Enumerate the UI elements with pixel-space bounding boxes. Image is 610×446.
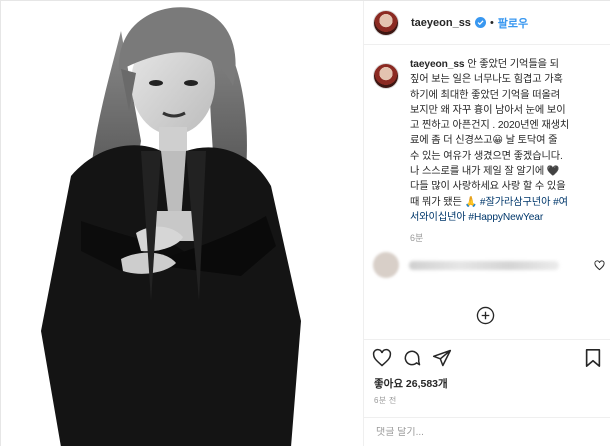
action-icons	[372, 348, 452, 368]
caption-line: 안 좋았던 기억들을 되	[467, 59, 559, 70]
instagram-post: taeyeon_ss • 팔로우 taeyeon_ss 안 좋았던 기억들을 되…	[0, 0, 610, 446]
hashtag-link[interactable]: #HappyNewYear	[468, 212, 543, 223]
caption-text: taeyeon_ss 안 좋았던 기억들을 되 짚어 보는 일은 너무나도 힘겹…	[410, 57, 609, 225]
comment-input[interactable]	[376, 427, 596, 438]
caption-line: 때 뭐가 됐든 🙏	[410, 196, 480, 208]
header-separator: •	[489, 16, 494, 29]
caption-time: 6분	[410, 233, 424, 244]
caption-line: 짚어 보는 일은 너무나도 힘겹고 가혹	[410, 74, 563, 86]
share-icon[interactable]	[432, 348, 452, 368]
heart-icon[interactable]	[372, 348, 392, 368]
caption-line: 고 찐하고 아픈건지 . 2020년엔 재생치	[410, 120, 570, 132]
likes-count[interactable]: 좋아요 26,583개	[374, 376, 448, 391]
post-photo[interactable]	[1, 1, 363, 446]
caption-avatar[interactable]	[373, 63, 399, 89]
comment-heart-icon[interactable]	[594, 259, 605, 271]
username-link[interactable]: taeyeon_ss	[411, 17, 471, 29]
add-comment-bar	[364, 417, 610, 446]
bookmark-icon[interactable]	[584, 348, 602, 368]
photo-image	[1, 1, 363, 446]
verified-badge-icon	[474, 17, 486, 28]
caption-line: 료에 좀 더 신경쓰고😀 날 토닥여 줄	[410, 135, 558, 147]
hashtag-link[interactable]: #잘가라삼구년아	[480, 197, 551, 208]
profile-avatar[interactable]	[373, 9, 399, 36]
post-side-panel: taeyeon_ss • 팔로우 taeyeon_ss 안 좋았던 기억들을 되…	[363, 1, 610, 446]
load-more-comments-icon[interactable]	[476, 306, 495, 325]
post-header: taeyeon_ss • 팔로우	[364, 1, 610, 45]
hashtag-link[interactable]: 서와이십년아	[410, 212, 466, 223]
hashtag-link[interactable]: #여	[553, 197, 568, 208]
follow-button[interactable]: 팔로우	[498, 15, 528, 31]
caption-line: 다들 많이 사랑하세요 사랑 할 수 있을	[410, 181, 566, 193]
blurred-comment	[373, 251, 609, 279]
comment-text-blurred	[409, 260, 559, 270]
caption-line: 나 스스로를 내가 제일 잘 알기에 🖤	[410, 166, 560, 178]
post-actions: 좋아요 26,583개 6분 전	[364, 339, 610, 446]
post-caption: taeyeon_ss 안 좋았던 기억들을 되 짚어 보는 일은 너무나도 힘겹…	[373, 57, 609, 244]
caption-line: 하기에 최대한 좋았던 기억을 떠올려	[410, 89, 561, 101]
caption-line: 보지만 왜 자꾸 흉이 남아서 눈에 보이	[410, 104, 566, 116]
comment-avatar[interactable]	[373, 252, 399, 278]
caption-username[interactable]: taeyeon_ss	[410, 59, 465, 70]
caption-line: 수 있는 여유가 생겼으면 좋겠습니다.	[410, 150, 563, 162]
post-timestamp: 6분 전	[374, 396, 397, 405]
comment-icon[interactable]	[402, 348, 422, 368]
